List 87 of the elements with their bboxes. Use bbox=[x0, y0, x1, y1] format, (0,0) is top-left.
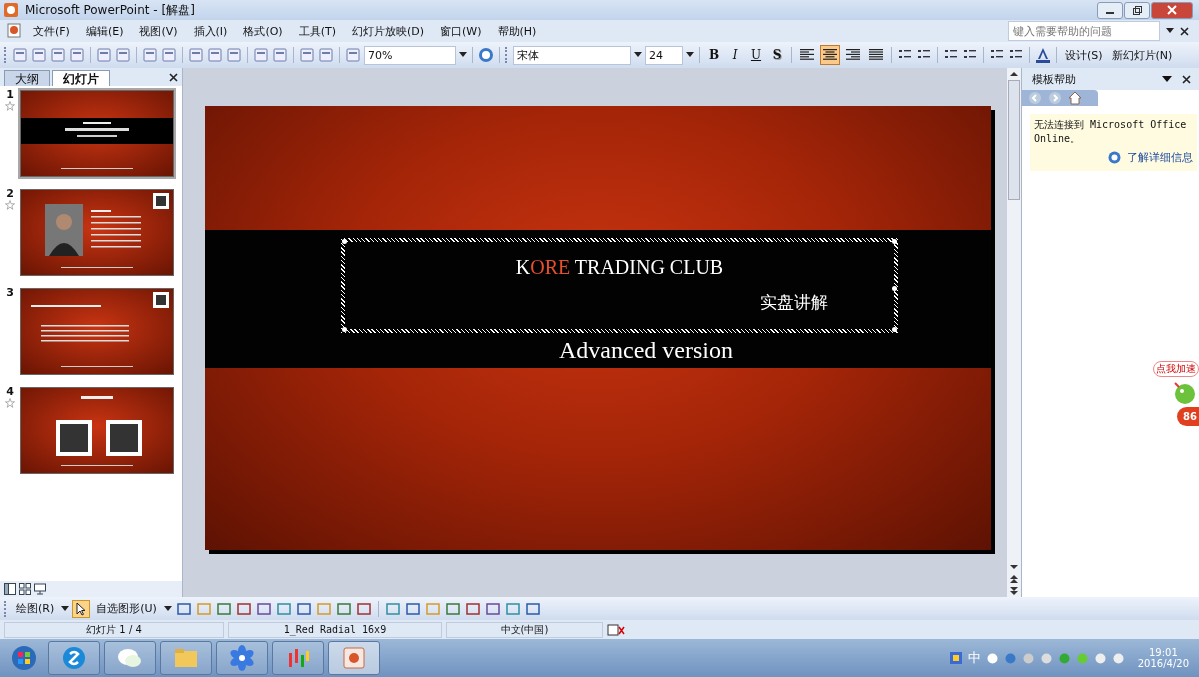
slide-show-icon[interactable] bbox=[34, 583, 46, 595]
error-message: 无法连接到 Microsoft Office Online。 bbox=[1034, 118, 1188, 146]
panel-tab[interactable]: 幻灯片 bbox=[52, 70, 110, 86]
speed-badge[interactable]: 86 bbox=[1177, 407, 1199, 426]
taskbar-app-button[interactable] bbox=[216, 641, 268, 675]
close-icon bbox=[1167, 5, 1177, 15]
slide-thumbnail[interactable] bbox=[18, 187, 176, 278]
normal-view-icon[interactable] bbox=[4, 583, 16, 595]
speed-up-label[interactable]: 点我加速 bbox=[1153, 361, 1199, 377]
slide-number: 4 bbox=[6, 385, 14, 398]
slides-icon bbox=[340, 645, 368, 671]
select-pointer-icon[interactable] bbox=[73, 600, 90, 617]
bold-button[interactable]: B bbox=[705, 46, 723, 64]
taskbar-app-button[interactable] bbox=[328, 641, 380, 675]
draw-menu-button[interactable]: 绘图(R) bbox=[13, 600, 58, 617]
minimize-icon bbox=[1106, 12, 1114, 14]
slide-thumbnail[interactable] bbox=[18, 385, 176, 476]
document-icon bbox=[6, 22, 24, 40]
italic-button[interactable]: I bbox=[726, 46, 744, 64]
flower-icon bbox=[228, 645, 256, 671]
window-title: Microsoft PowerPoint - [解盘] bbox=[25, 1, 195, 19]
input-method-icon[interactable] bbox=[948, 651, 963, 665]
app-icon bbox=[3, 2, 19, 18]
star-icon bbox=[5, 101, 15, 111]
back-icon[interactable] bbox=[1028, 91, 1042, 105]
slide-number: 1 bbox=[6, 88, 14, 101]
learn-more-link[interactable]: 了解详细信息 bbox=[1127, 150, 1193, 165]
mascot-icon bbox=[1173, 379, 1195, 405]
slide-number: 3 bbox=[6, 286, 14, 299]
dropdown-icon[interactable] bbox=[1162, 75, 1172, 83]
menu-item[interactable]: 插入(I) bbox=[186, 21, 235, 41]
slide-sorter-icon[interactable] bbox=[19, 583, 31, 595]
minimize-button[interactable] bbox=[1097, 1, 1123, 19]
taskbar-app-button[interactable] bbox=[160, 641, 212, 675]
dropdown-arrow-icon[interactable] bbox=[459, 52, 467, 58]
forward-icon[interactable] bbox=[1048, 91, 1062, 105]
s-logo-icon bbox=[60, 645, 88, 671]
restore-button[interactable] bbox=[1124, 1, 1150, 19]
slide-number: 2 bbox=[6, 187, 14, 200]
status-text: 1_Red Radial 16x9 bbox=[228, 621, 442, 638]
menu-item[interactable]: 编辑(E) bbox=[78, 21, 131, 41]
shadow-button[interactable]: S bbox=[768, 46, 786, 64]
slide-thumbnail[interactable] bbox=[18, 88, 176, 179]
slide-title: KORE TRADING CLUB bbox=[515, 256, 724, 279]
menu-item[interactable]: 工具(T) bbox=[291, 21, 343, 41]
dropdown-arrow-icon[interactable] bbox=[1166, 28, 1174, 34]
menu-item[interactable]: 窗口(W) bbox=[433, 21, 489, 41]
autoshapes-button[interactable]: 自选图形(U) bbox=[93, 600, 160, 617]
align-center-button[interactable] bbox=[820, 45, 840, 65]
star-icon bbox=[5, 398, 15, 408]
design-button[interactable]: 设计(S) bbox=[1062, 46, 1106, 64]
caret-icon[interactable] bbox=[163, 605, 172, 612]
slide-subtitle: 实盘讲解 bbox=[760, 291, 828, 314]
close-icon[interactable] bbox=[1180, 26, 1189, 36]
menu-item[interactable]: 格式(O) bbox=[236, 21, 290, 41]
taskbar-app-button[interactable] bbox=[104, 641, 156, 675]
new-slide-button[interactable]: 新幻灯片(N) bbox=[1108, 46, 1176, 64]
close-icon[interactable] bbox=[1182, 74, 1191, 84]
menu-item[interactable]: 帮助(H) bbox=[490, 21, 544, 41]
underline-button[interactable]: U bbox=[747, 46, 765, 64]
home-icon[interactable] bbox=[1068, 91, 1082, 105]
font-size-dropdown[interactable]: 24 bbox=[645, 45, 683, 65]
caret-icon[interactable] bbox=[61, 605, 70, 612]
text-box[interactable]: KORE TRADING CLUB 实盘讲解 bbox=[341, 238, 898, 333]
scrollbar-thumb[interactable] bbox=[1008, 80, 1020, 200]
close-button[interactable] bbox=[1151, 1, 1193, 19]
panel-tab[interactable]: 大纲 bbox=[4, 70, 50, 86]
close-icon[interactable] bbox=[169, 72, 178, 82]
slide-thumbnail[interactable] bbox=[18, 286, 176, 377]
windows-logo-icon bbox=[11, 645, 37, 671]
menu-item[interactable]: 幻灯片放映(D) bbox=[344, 21, 432, 41]
menu-item[interactable]: 文件(F) bbox=[26, 21, 77, 41]
dropdown-arrow-icon[interactable] bbox=[634, 52, 642, 58]
spelling-status-icon bbox=[607, 623, 625, 636]
help-search-field[interactable]: 键入需要帮助的问题 bbox=[1008, 21, 1160, 41]
task-pane-title: 模板帮助 bbox=[1032, 71, 1076, 87]
font-dropdown[interactable]: 宋体 bbox=[513, 45, 631, 65]
dropdown-arrow-icon[interactable] bbox=[686, 52, 694, 58]
restore-icon bbox=[1132, 5, 1142, 15]
menu-item[interactable]: 视图(V) bbox=[132, 21, 185, 41]
status-text: 幻灯片 1 / 4 bbox=[4, 621, 224, 638]
taskbar-app-button[interactable] bbox=[272, 641, 324, 675]
status-text: 中文(中国) bbox=[446, 621, 603, 638]
zoom-dropdown[interactable]: 70% bbox=[364, 45, 456, 65]
taskbar-app-button[interactable] bbox=[48, 641, 100, 675]
star-icon bbox=[5, 200, 15, 210]
version-text: Advanced version bbox=[559, 336, 733, 364]
